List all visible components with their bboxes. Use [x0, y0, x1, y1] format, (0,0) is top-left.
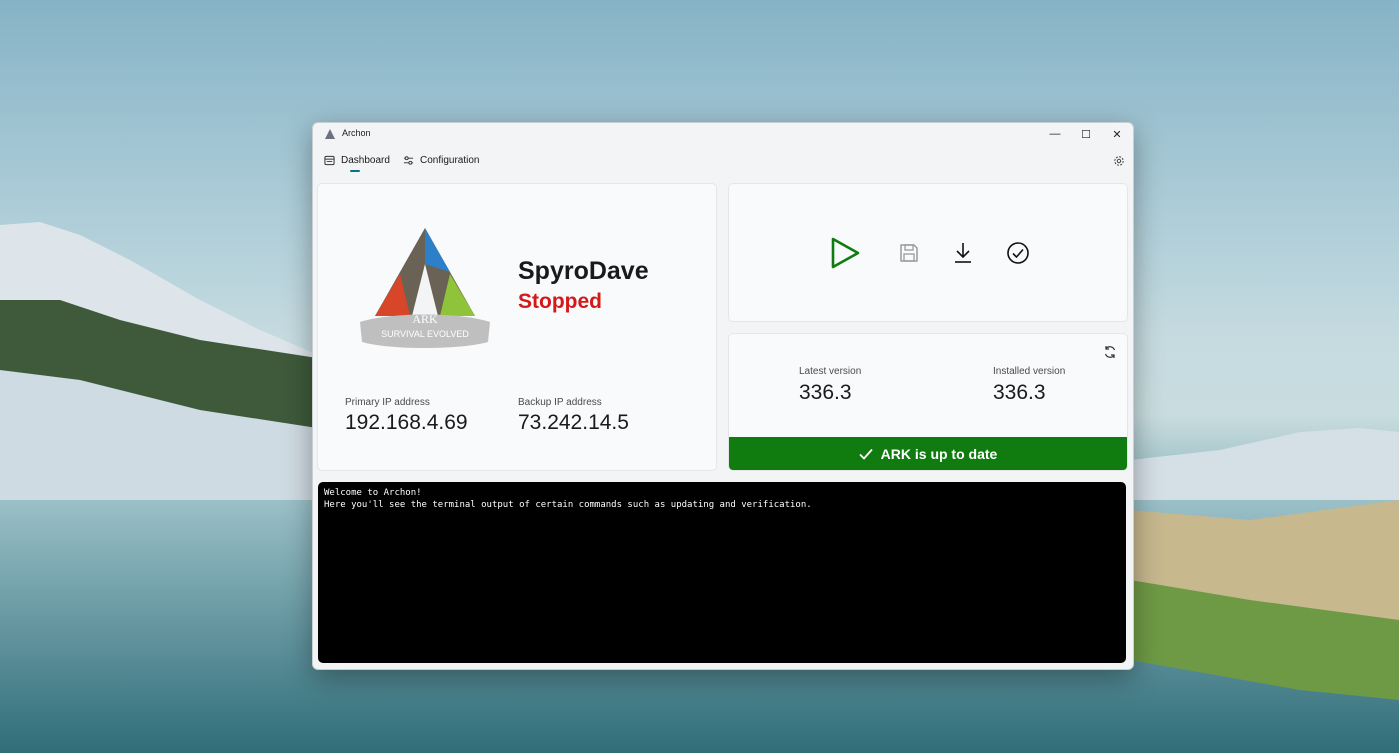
terminal-line: Welcome to Archon!	[324, 488, 422, 498]
backup-ip-label: Backup IP address	[518, 397, 602, 408]
save-icon	[900, 244, 918, 262]
download-icon	[955, 243, 971, 263]
primary-ip-label: Primary IP address	[345, 397, 430, 408]
primary-ip-value: 192.168.4.69	[345, 411, 468, 434]
update-status-bar: ARK is up to date	[729, 437, 1127, 470]
tab-dashboard[interactable]: Dashboard	[324, 155, 390, 166]
close-button[interactable]: ✕	[1101, 123, 1133, 145]
terminal-output[interactable]: Welcome to Archon! Here you'll see the te…	[318, 482, 1126, 663]
ark-logo-text: ARK	[412, 312, 438, 326]
tab-configuration-label: Configuration	[420, 155, 480, 166]
window-title: Archon	[342, 128, 371, 138]
latest-version-label: Latest version	[799, 366, 862, 377]
update-status-text: ARK is up to date	[880, 445, 998, 462]
update-button[interactable]	[946, 236, 980, 270]
version-card: Latest version 336.3 Installed version 3…	[728, 333, 1128, 471]
maximize-button[interactable]: ☐	[1070, 123, 1102, 145]
start-server-button[interactable]	[827, 236, 861, 270]
server-status: Stopped	[518, 290, 602, 313]
minimize-button[interactable]: —	[1039, 123, 1071, 145]
app-window: Archon — ☐ ✕ Dashboard Configuration ARK…	[312, 122, 1134, 670]
selected-tab-indicator	[350, 170, 360, 172]
play-icon	[831, 237, 860, 269]
save-button[interactable]	[892, 236, 926, 270]
checkmark-icon	[859, 448, 873, 460]
gear-icon[interactable]	[1113, 155, 1125, 167]
server-name: SpyroDave	[518, 257, 649, 285]
terminal-line: Here you'll see the terminal output of c…	[324, 499, 812, 510]
tab-dashboard-label: Dashboard	[341, 155, 390, 166]
check-circle-icon	[1007, 242, 1029, 264]
tab-configuration[interactable]: Configuration	[403, 155, 479, 166]
ark-logo-subtitle: SURVIVAL EVOLVED	[381, 329, 469, 339]
latest-version-value: 336.3	[799, 381, 852, 404]
verify-button[interactable]	[1001, 236, 1035, 270]
refresh-icon[interactable]	[1103, 345, 1117, 359]
installed-version-value: 336.3	[993, 381, 1046, 404]
sliders-icon	[403, 156, 414, 165]
title-bar[interactable]: Archon — ☐ ✕	[313, 123, 1133, 145]
archon-app-icon	[325, 129, 335, 139]
installed-version-label: Installed version	[993, 366, 1066, 377]
ark-logo: ARK SURVIVAL EVOLVED	[360, 228, 490, 348]
server-card: ARK SURVIVAL EVOLVED SpyroDave Stopped P…	[317, 183, 717, 471]
nav-bar: Dashboard Configuration	[313, 149, 1133, 177]
controls-card	[728, 183, 1128, 322]
dashboard-icon	[324, 155, 335, 166]
backup-ip-value: 73.242.14.5	[518, 411, 629, 434]
